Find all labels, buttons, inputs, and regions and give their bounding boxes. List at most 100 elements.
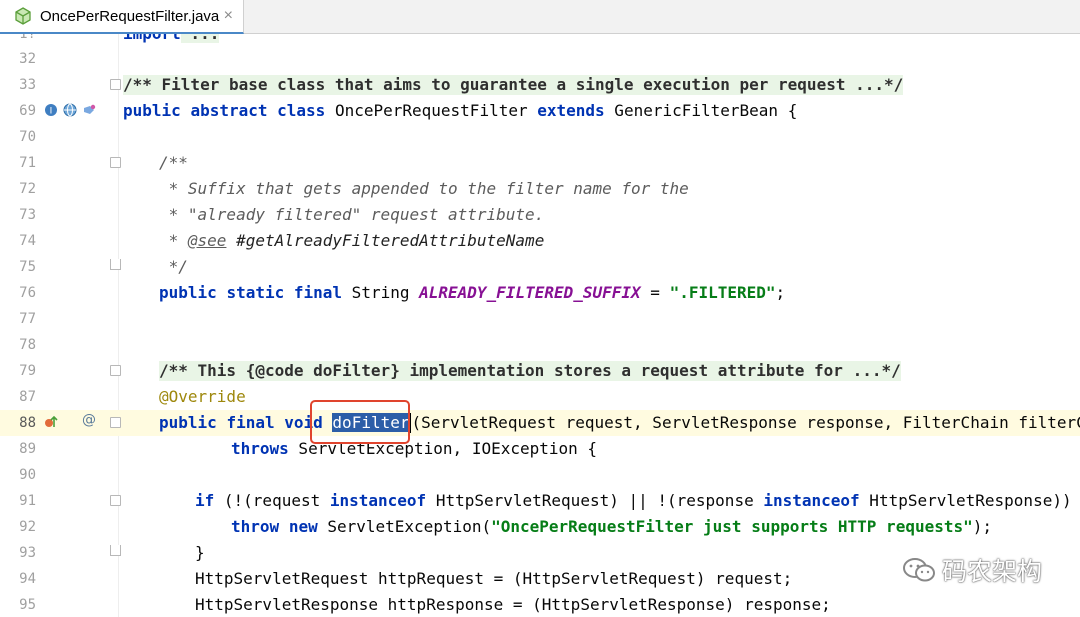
code-line: 76 public static final String ALREADY_FI… — [0, 280, 1080, 306]
wechat-icon — [903, 558, 935, 582]
code-text: HttpServletResponse httpResponse = (Http… — [195, 595, 831, 614]
keyword: final — [293, 283, 343, 302]
fold-toggle-icon[interactable] — [110, 157, 121, 168]
web-icon[interactable] — [62, 102, 78, 118]
code-line: 72 * Suffix that gets appended to the fi… — [0, 176, 1080, 202]
watermark-text: 码农架构 — [942, 557, 1043, 586]
fold-toggle-icon[interactable] — [110, 417, 121, 428]
at-annotation-icon[interactable]: @ — [82, 412, 98, 428]
line-number: 95 — [19, 597, 36, 613]
code-line: 70 — [0, 124, 1080, 150]
folded-class-doc-comment[interactable]: /** Filter base class that aims to guara… — [123, 75, 904, 95]
line-number: 92 — [19, 519, 36, 535]
doc-comment: * — [159, 231, 188, 250]
line-number: 91 — [19, 493, 36, 509]
line-number: 94 — [19, 571, 36, 587]
override-up-icon[interactable] — [43, 414, 59, 430]
code-line: 75 */ — [0, 254, 1080, 280]
line-number: 78 — [19, 337, 36, 353]
tab-onceperrequestfilter-java[interactable]: OncePerRequestFilter.java × — [0, 0, 244, 34]
keyword: final — [226, 413, 275, 432]
code-text: HttpServletRequest) || !(response — [426, 491, 764, 510]
svg-text:I: I — [50, 107, 53, 117]
line-number: 77 — [19, 311, 36, 327]
doc-comment: * Suffix that gets appended to the filte… — [159, 179, 689, 198]
code-line: 33 /** Filter base class that aims to gu… — [0, 72, 1080, 98]
line-number: 87 — [19, 389, 36, 405]
fold-end-icon[interactable] — [110, 259, 121, 270]
line-number: 33 — [19, 77, 36, 93]
code-text: HttpServletResponse)) { — [859, 491, 1080, 510]
close-icon[interactable]: × — [224, 7, 233, 25]
code-text: (!(request — [214, 491, 330, 510]
keyword: public — [123, 101, 181, 120]
keyword: static — [226, 283, 285, 302]
keyword: import — [123, 34, 181, 43]
highlight-box — [310, 400, 410, 444]
method-parameters: (ServletRequest request, ServletResponse… — [411, 413, 1080, 432]
keyword: class — [277, 101, 326, 120]
line-number: 72 — [19, 181, 36, 197]
constant-name: ALREADY_FILTERED_SUFFIX — [419, 283, 641, 302]
code-text: ); — [972, 517, 993, 536]
doc-comment: * "already filtered" request attribute. — [159, 205, 545, 224]
fold-toggle-icon[interactable] — [110, 495, 121, 506]
tab-label: OncePerRequestFilter.java — [40, 7, 220, 25]
code-text: ServletException( — [317, 517, 492, 536]
code-line: 71 /** — [0, 150, 1080, 176]
doc-comment: /** — [159, 153, 188, 172]
line-number: 79 — [19, 363, 36, 379]
keyword: public — [159, 283, 217, 302]
code-line: 91 if (!(request instanceof HttpServletR… — [0, 488, 1080, 514]
line-number: 89 — [19, 441, 36, 457]
keyword: public — [159, 413, 217, 432]
keyword: instanceof — [329, 491, 427, 510]
code-line: 79 /** This {@code doFilter} implementat… — [0, 358, 1080, 384]
keyword: new — [288, 517, 318, 536]
string-literal: ".FILTERED" — [669, 283, 776, 302]
code-line: 77 — [0, 306, 1080, 332]
line-number: 88 — [19, 415, 36, 431]
string-literal: "OncePerRequestFilter just supports HTTP… — [491, 517, 973, 536]
superclass-name: GenericFilterBean { — [604, 101, 798, 120]
java-class-icon — [15, 7, 31, 25]
code-line: 73 * "already filtered" request attribut… — [0, 202, 1080, 228]
watermark: 码农架构 — [902, 552, 1042, 588]
keyword: throw — [231, 517, 280, 536]
spring-bean-icon[interactable] — [81, 102, 97, 118]
line-number: 69 — [19, 103, 36, 119]
line-number: 74 — [19, 233, 36, 249]
keyword: extends — [537, 101, 605, 120]
keyword: instanceof — [763, 491, 860, 510]
doc-comment: */ — [159, 257, 188, 276]
keyword: throws — [231, 439, 289, 458]
class-name: OncePerRequestFilter — [325, 101, 538, 120]
doc-see-tag: @see — [187, 231, 227, 250]
keyword: if — [195, 491, 215, 510]
code-editor[interactable]: 1? import ... 32 33 /** Filter base clas… — [0, 34, 1080, 617]
code-line: 89 throws ServletException, IOException … — [0, 436, 1080, 462]
code-line: 74 * @see #getAlreadyFilteredAttributeNa… — [0, 228, 1080, 254]
code-line: 92 throw new ServletException("OncePerRe… — [0, 514, 1080, 540]
line-number: 70 — [19, 129, 36, 145]
implemented-icon[interactable]: I — [43, 102, 59, 118]
line-number: 71 — [19, 155, 36, 171]
fold-end-icon[interactable] — [110, 545, 121, 556]
line-number: 76 — [19, 285, 36, 301]
code-line: 90 — [0, 462, 1080, 488]
code-line: 69 I public abstract class OncePerReques… — [0, 98, 1080, 124]
line-number: 32 — [19, 51, 36, 67]
doc-see-reference[interactable]: #getAlreadyFilteredAttributeName — [226, 231, 544, 250]
code-line: 95 HttpServletResponse httpResponse = (H… — [0, 592, 1080, 617]
fold-toggle-icon[interactable] — [110, 365, 121, 376]
folded-imports[interactable]: ... — [180, 34, 220, 43]
code-line: 87 @Override — [0, 384, 1080, 410]
operator: = — [640, 283, 670, 302]
editor-tab-bar: OncePerRequestFilter.java × — [0, 0, 1080, 34]
line-number: 90 — [19, 467, 36, 483]
fold-toggle-icon[interactable] — [110, 79, 121, 90]
folded-method-doc-comment[interactable]: /** This {@code doFilter} implementation… — [159, 361, 901, 381]
line-number: 1? — [19, 34, 36, 42]
line-number: 75 — [19, 259, 36, 275]
code-text: } — [195, 543, 205, 562]
